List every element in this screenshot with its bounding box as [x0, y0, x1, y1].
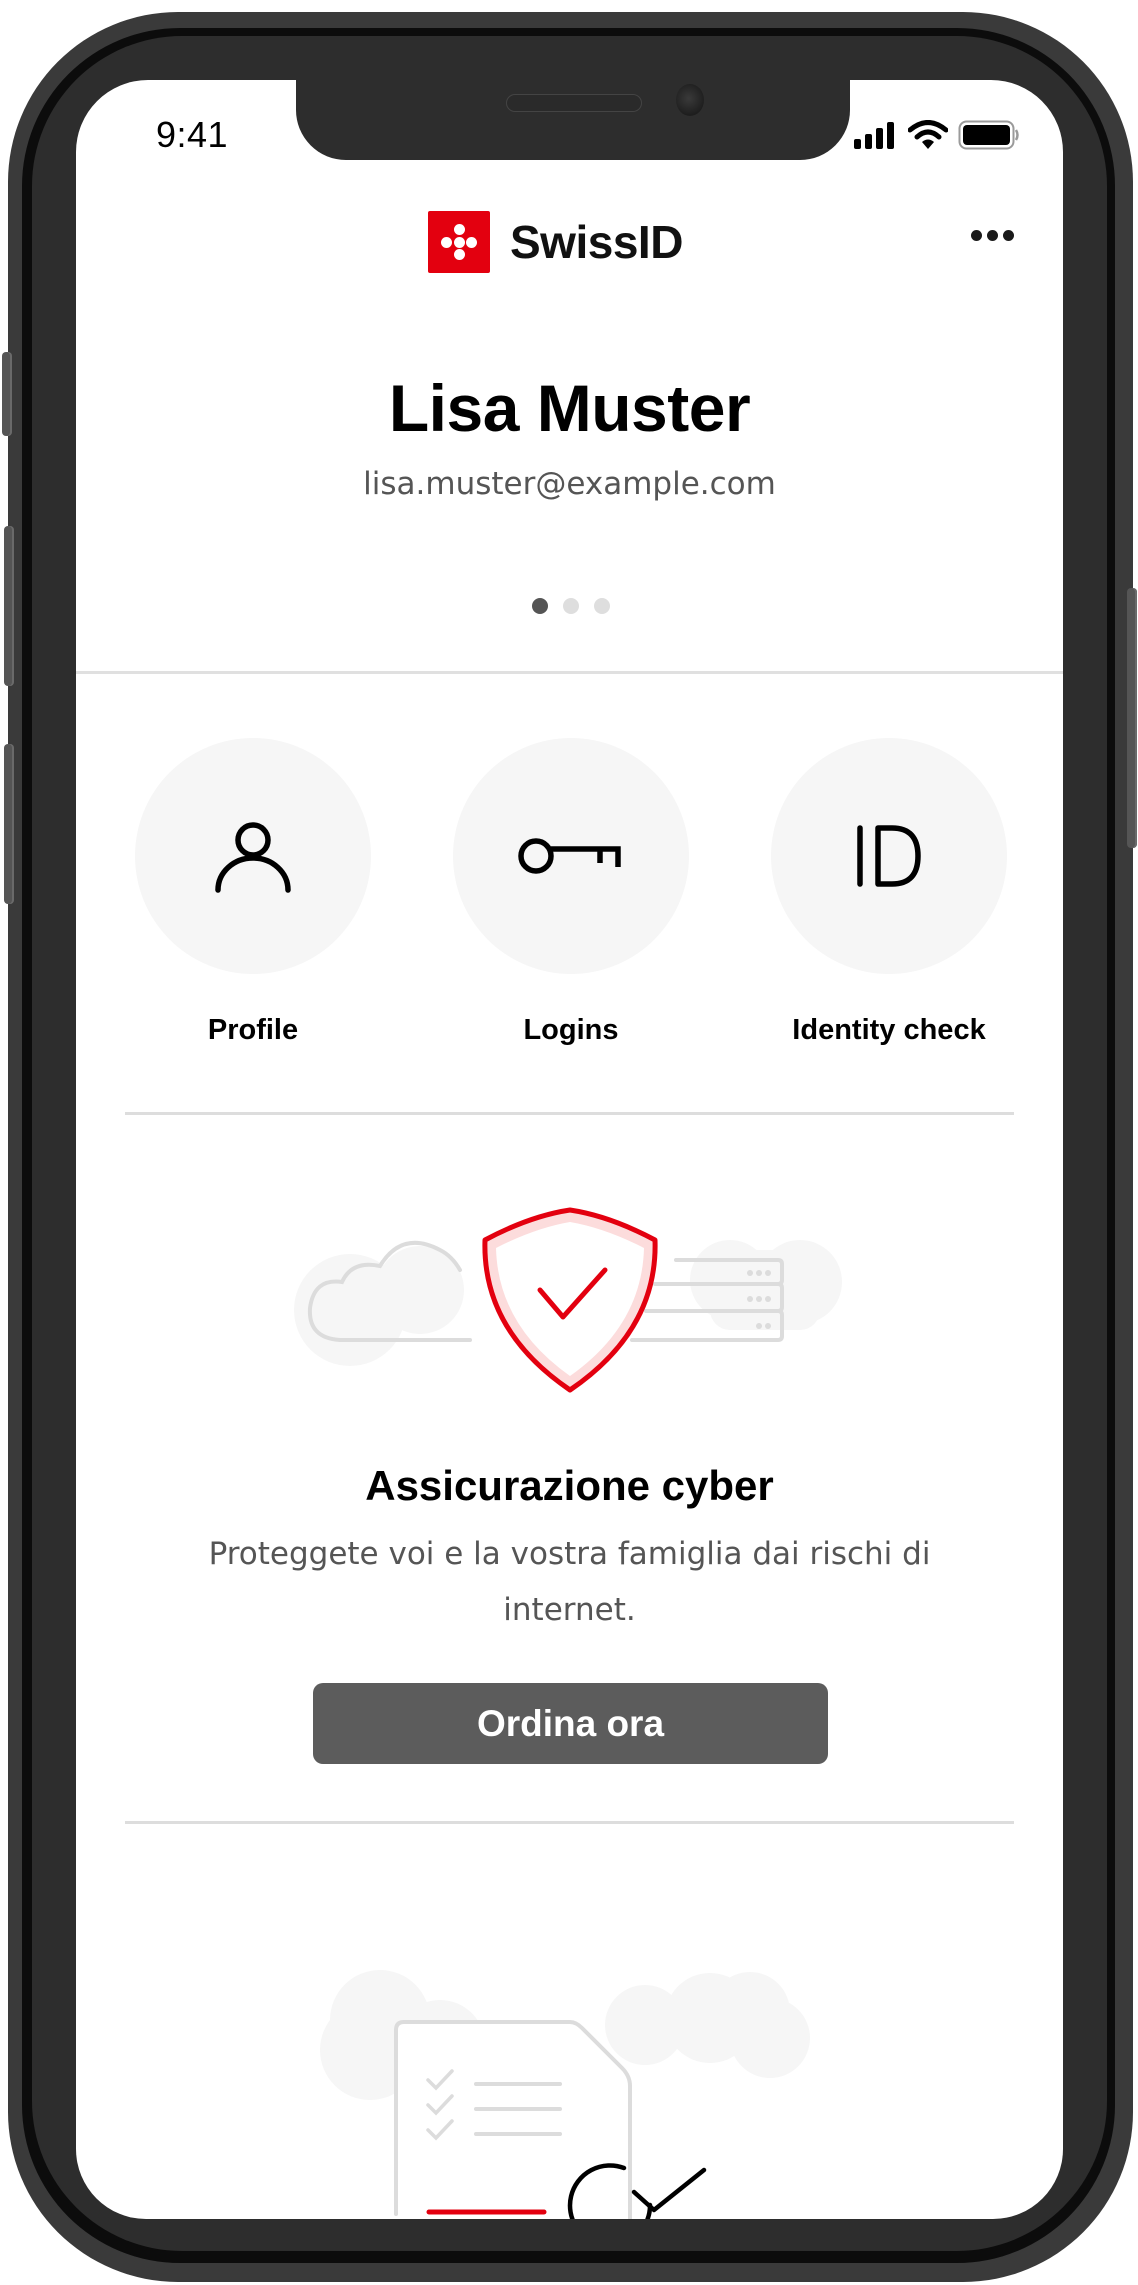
action-label: Identity check — [792, 1014, 986, 1046]
action-profile[interactable]: Profile — [103, 738, 403, 1047]
action-identity-check[interactable]: Identity check — [739, 738, 1039, 1047]
volume-down-button — [4, 744, 14, 904]
divider — [125, 1821, 1014, 1824]
notch — [296, 80, 850, 160]
id-icon — [857, 825, 921, 887]
cellular-signal-icon — [854, 122, 894, 149]
action-label: Logins — [523, 1014, 619, 1046]
cloud-icon — [294, 1240, 472, 1366]
volume-up-button — [4, 526, 14, 686]
key-icon — [518, 838, 621, 874]
speaker-grille — [506, 94, 642, 112]
user-name: Lisa Muster — [388, 371, 751, 445]
page-dot-1[interactable] — [532, 598, 548, 614]
page-dot-3[interactable] — [594, 598, 610, 614]
mute-switch — [2, 352, 12, 436]
action-circle — [453, 738, 689, 974]
status-icons — [854, 120, 1020, 150]
action-circle — [135, 738, 371, 974]
front-camera — [676, 84, 704, 116]
divider — [125, 1112, 1014, 1115]
brand-logo: SwissID — [428, 211, 683, 273]
shield-icon — [482, 1207, 658, 1393]
power-button — [1127, 588, 1137, 848]
battery-icon — [958, 120, 1019, 150]
more-horizontal-icon — [971, 230, 982, 241]
page-indicator — [532, 598, 610, 614]
document-checklist-illustration — [320, 1970, 810, 2219]
brand-name: SwissID — [510, 216, 683, 268]
order-now-button[interactable]: Ordina ora — [313, 1683, 828, 1764]
screen: 9:41 SwissID Lisa Muster lisa.muster@exa… — [76, 80, 1063, 2219]
action-circle — [771, 738, 1007, 974]
promo-title: Assicurazione cyber — [365, 1462, 774, 1509]
divider — [76, 671, 1063, 674]
more-options-button[interactable] — [971, 230, 1014, 241]
status-time: 9:41 — [156, 114, 229, 155]
user-email: lisa.muster@example.com — [363, 466, 776, 502]
shield-check-illustration — [294, 1207, 842, 1393]
swiss-cross-dots-icon — [428, 211, 490, 273]
document-icon — [394, 2020, 632, 2219]
app-header: SwissID — [76, 190, 1063, 273]
server-icon — [630, 1240, 842, 1342]
page-dot-2[interactable] — [563, 598, 579, 614]
action-label: Profile — [207, 1014, 299, 1046]
promo-description: Proteggete voi e la vostra famiglia dai … — [208, 1536, 931, 1628]
action-logins[interactable]: Logins — [421, 738, 721, 1047]
wifi-icon — [908, 120, 948, 149]
person-icon — [215, 822, 291, 893]
